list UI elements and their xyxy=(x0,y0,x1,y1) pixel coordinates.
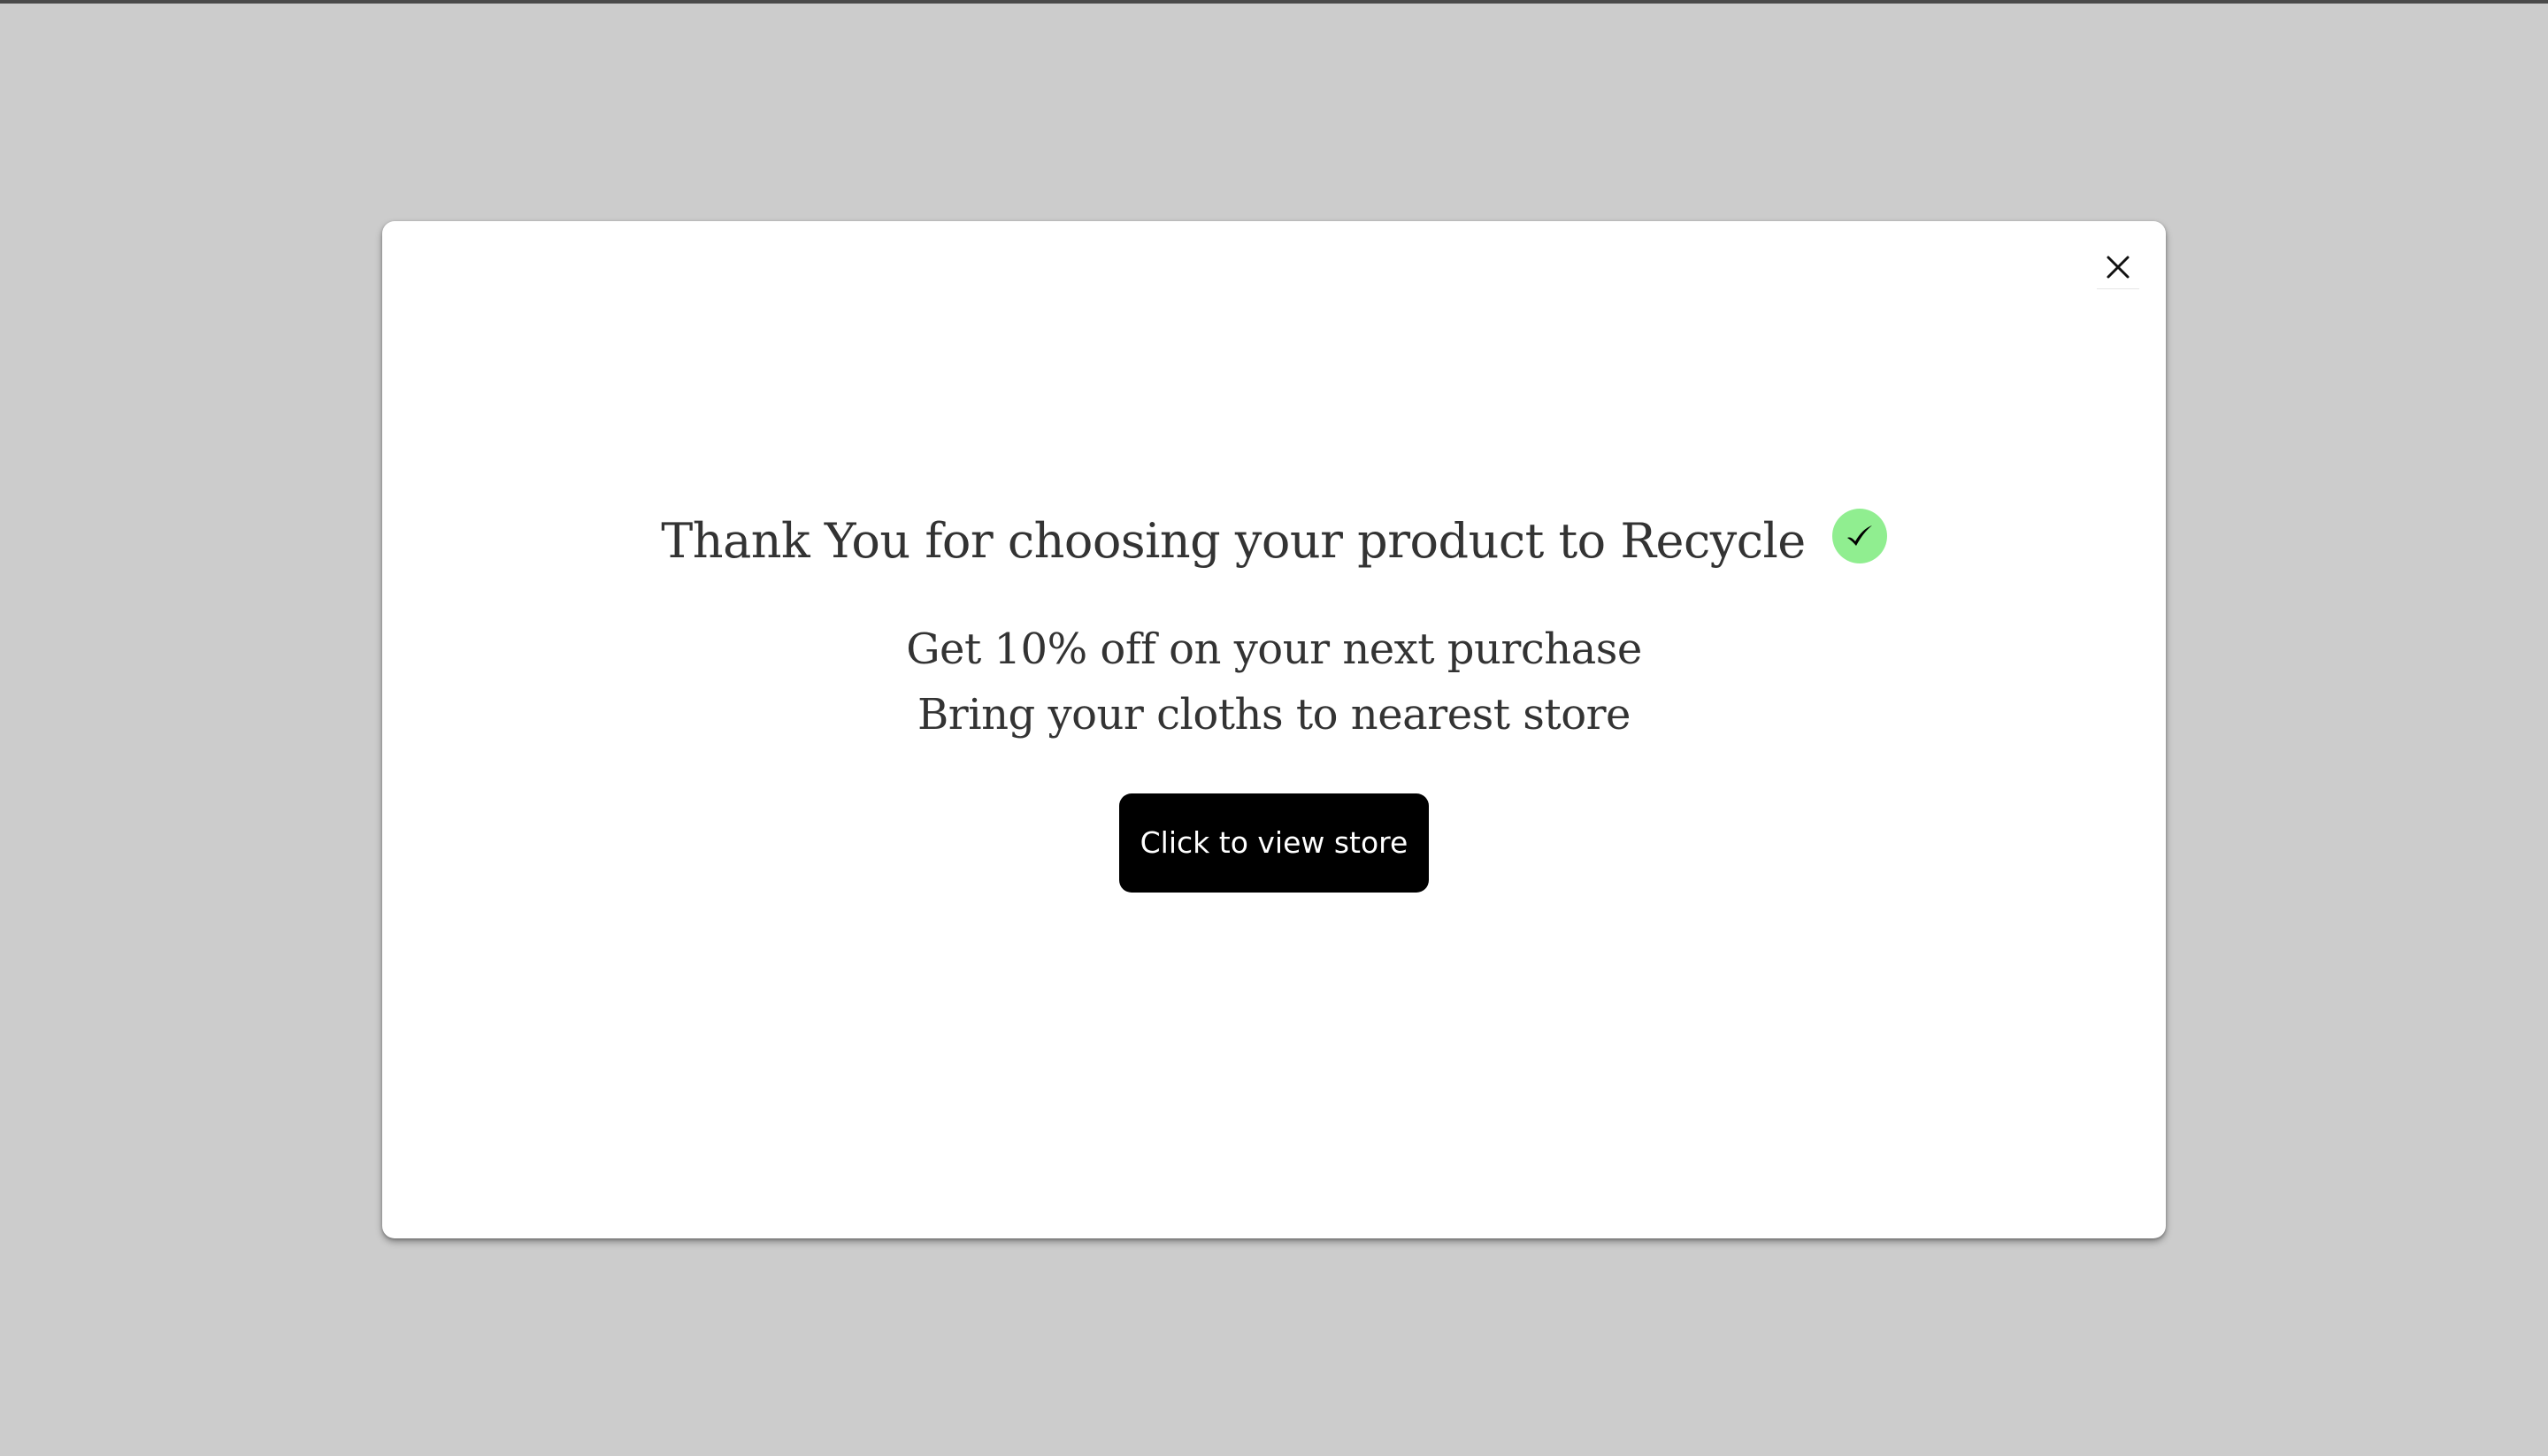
offer-text: Get 10% off on your next purchase Bring … xyxy=(906,617,1642,747)
check-circle-icon xyxy=(1831,509,1887,564)
offer-line-store: Bring your cloths to nearest store xyxy=(917,689,1631,739)
top-border xyxy=(0,0,2548,4)
check-mark-icon xyxy=(1846,525,1872,547)
title-row: Thank You for choosing your product to R… xyxy=(661,509,1887,571)
thank-you-modal: Thank You for choosing your product to R… xyxy=(382,221,2166,1238)
close-button[interactable] xyxy=(2097,246,2139,289)
close-icon xyxy=(2107,256,2130,279)
offer-line-discount: Get 10% off on your next purchase xyxy=(906,624,1642,674)
view-store-button[interactable]: Click to view store xyxy=(1119,793,1429,893)
modal-content: Thank You for choosing your product to R… xyxy=(382,509,2166,893)
modal-title: Thank You for choosing your product to R… xyxy=(661,513,1806,569)
